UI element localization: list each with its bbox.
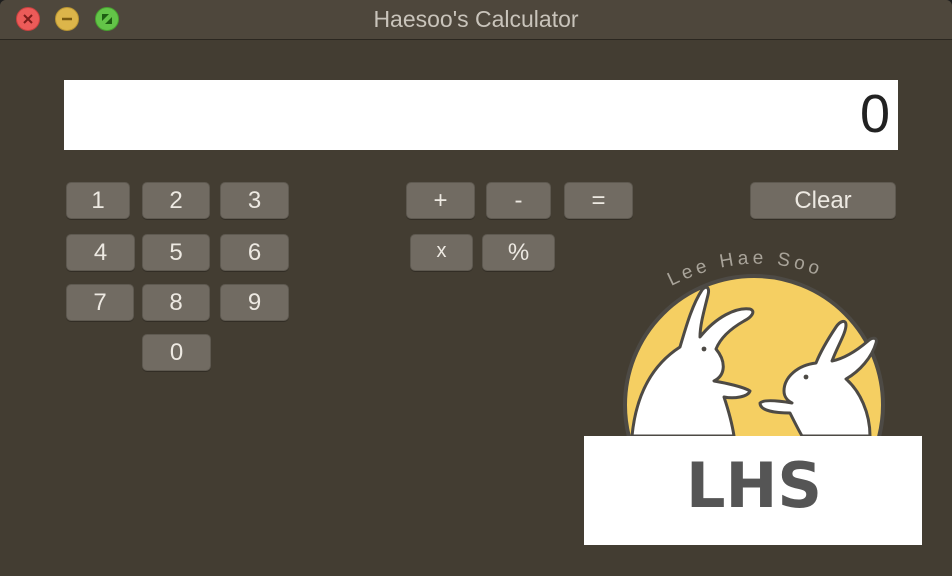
- clear-label: Clear: [794, 187, 852, 214]
- digit-6-button[interactable]: 6: [220, 234, 289, 271]
- logo-initials: LHS: [686, 449, 822, 522]
- display-value: 0: [859, 84, 890, 144]
- operator-label: x: [436, 240, 447, 262]
- lhs-logo: Lee Hae Soo LHS: [584, 248, 922, 545]
- calculator-window: Haesoo's Calculator 0 1 2 3 4 5 6 7 8 9 …: [0, 0, 952, 576]
- plus-button[interactable]: +: [406, 182, 475, 219]
- digit-label: 0: [169, 339, 184, 366]
- digit-5-button[interactable]: 5: [142, 234, 210, 271]
- digit-2-button[interactable]: 2: [142, 182, 210, 219]
- digit-9-button[interactable]: 9: [220, 284, 289, 321]
- digit-4-button[interactable]: 4: [66, 234, 135, 271]
- digit-label: 4: [93, 239, 108, 266]
- digit-label: 5: [169, 239, 183, 266]
- digit-label: 3: [247, 187, 262, 214]
- digit-label: 9: [247, 289, 262, 316]
- operator-label: %: [507, 239, 530, 266]
- digit-label: 7: [93, 289, 107, 316]
- multiply-button[interactable]: x: [410, 234, 473, 271]
- digit-3-button[interactable]: 3: [220, 182, 289, 219]
- digit-7-button[interactable]: 7: [66, 284, 134, 321]
- operator-label: -: [514, 187, 523, 214]
- window-title: Haesoo's Calculator: [373, 6, 579, 32]
- digit-label: 2: [169, 187, 183, 214]
- digit-0-button[interactable]: 0: [142, 334, 211, 371]
- digit-8-button[interactable]: 8: [142, 284, 210, 321]
- operator-label: =: [591, 187, 606, 214]
- title-bar[interactable]: Haesoo's Calculator: [0, 0, 952, 40]
- digit-label: 1: [91, 187, 105, 214]
- equals-button[interactable]: =: [564, 182, 633, 219]
- operator-label: +: [433, 187, 448, 214]
- digit-label: 6: [247, 239, 262, 266]
- digit-1-button[interactable]: 1: [66, 182, 130, 219]
- minus-button[interactable]: -: [486, 182, 551, 219]
- display: 0: [64, 80, 898, 150]
- percent-button[interactable]: %: [482, 234, 555, 271]
- digit-label: 8: [169, 289, 183, 316]
- clear-button[interactable]: Clear: [750, 182, 896, 219]
